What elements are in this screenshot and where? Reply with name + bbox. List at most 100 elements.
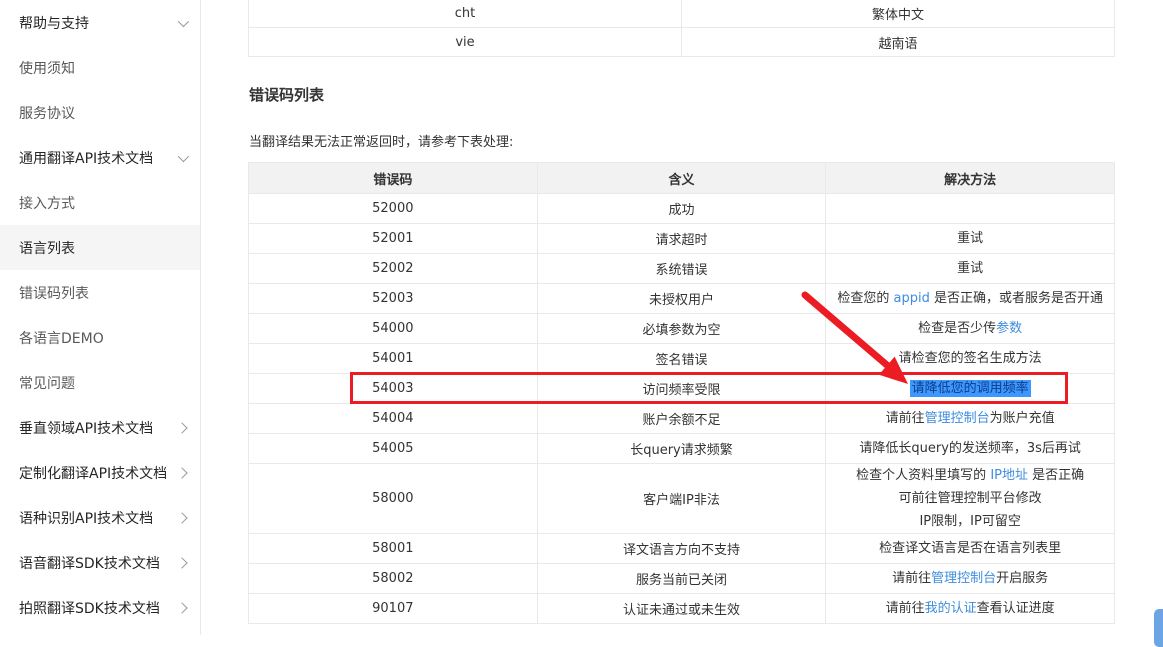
error-code-cell: 52002 (249, 254, 538, 284)
sidebar-item[interactable]: 服务协议 (0, 90, 200, 135)
error-meaning-cell: 认证未通过或未生效 (537, 594, 826, 624)
inline-link[interactable]: 管理控制台 (931, 571, 996, 586)
error-meaning-cell: 请求超时 (537, 224, 826, 254)
error-solution-cell: 检查个人资料里填写的 IP地址 是否正确可前往管理控制平台修改IP限制，IP可留… (826, 464, 1115, 534)
solution-line: 检查是否少传参数 (834, 317, 1106, 340)
language-table-cell: cht (249, 0, 682, 28)
error-solution-cell: 请前往我的认证查看认证进度 (826, 594, 1115, 624)
error-table-body: 52000成功52001请求超时重试52002系统错误重试52003未授权用户检… (249, 194, 1115, 624)
sidebar-item[interactable]: 通用翻译API技术文档 (0, 135, 200, 180)
sidebar-item-label: 接入方式 (19, 193, 75, 213)
chevron-right-icon (176, 422, 187, 433)
sidebar-item-label: 定制化翻译API技术文档 (19, 463, 167, 483)
solution-text: 检查个人资料里填写的 (856, 468, 990, 483)
sidebar-item[interactable]: 帮助与支持 (0, 0, 200, 45)
sidebar-item[interactable]: 接入方式 (0, 180, 200, 225)
sidebar-item[interactable]: 各语言DEMO (0, 315, 200, 360)
error-code-cell: 54003 (249, 374, 538, 404)
error-table-row: 54004账户余额不足请前往管理控制台为账户充值 (249, 404, 1115, 434)
inline-link[interactable]: 我的认证 (925, 601, 977, 616)
language-table-cell: vie (249, 28, 682, 57)
sidebar-item[interactable]: 使用须知 (0, 45, 200, 90)
sidebar-item-label: 服务协议 (19, 103, 75, 123)
inline-link[interactable]: 参数 (996, 321, 1022, 336)
sidebar-item-label: 垂直领域API技术文档 (19, 418, 153, 438)
error-solution-cell: 请降低您的调用频率 (826, 374, 1115, 404)
error-table-row: 54005长query请求频繁 请降低长query的发送频率，3s后再试 (249, 434, 1115, 464)
error-table-header-cell: 解决方法 (826, 163, 1115, 194)
inline-link[interactable]: IP地址 (990, 468, 1028, 483)
error-meaning-cell: 成功 (537, 194, 826, 224)
solution-line: 请降低长query的发送频率，3s后再试 (834, 437, 1106, 460)
sidebar-item[interactable]: 拍照翻译SDK技术文档 (0, 585, 200, 630)
error-table-header-cell: 错误码 (249, 163, 538, 194)
solution-text: 查看认证进度 (977, 601, 1055, 616)
error-meaning-cell: 账户余额不足 (537, 404, 826, 434)
error-meaning-cell: 客户端IP非法 (537, 464, 826, 534)
solution-text: 请前往 (892, 571, 931, 586)
error-table-row: 52001请求超时 重试 (249, 224, 1115, 254)
error-solution-cell: 请降低长query的发送频率，3s后再试 (826, 434, 1115, 464)
error-solution-cell: 请前往管理控制台开启服务 (826, 564, 1115, 594)
error-table-row: 58000客户端IP非法检查个人资料里填写的 IP地址 是否正确可前往管理控制平… (249, 464, 1115, 534)
error-table-header-row: 错误码含义解决方法 (249, 163, 1115, 194)
solution-line: 重试 (834, 257, 1106, 280)
solution-line: 请前往我的认证查看认证进度 (834, 597, 1106, 620)
error-code-cell: 54000 (249, 314, 538, 344)
solution-text: 是否正确，或者服务是否开通 (930, 291, 1103, 306)
error-code-cell: 58000 (249, 464, 538, 534)
error-code-cell: 52000 (249, 194, 538, 224)
inline-link[interactable]: appid (893, 291, 929, 306)
sidebar-item[interactable]: 错误码列表 (0, 270, 200, 315)
error-solution-cell: 重试 (826, 254, 1115, 284)
sidebar-item[interactable]: 语种识别API技术文档 (0, 495, 200, 540)
sidebar-item[interactable]: 定制化翻译API技术文档 (0, 450, 200, 495)
sidebar-item[interactable]: 语言列表 (0, 225, 200, 270)
error-solution-cell (826, 194, 1115, 224)
solution-text: 检查译文语言是否在语言列表里 (879, 541, 1061, 556)
intro-text: 当翻译结果无法正常返回时，请参考下表处理: (249, 131, 513, 150)
error-table-row: 58001译文语言方向不支持检查译文语言是否在语言列表里 (249, 534, 1115, 564)
sidebar-item-label: 通用翻译API技术文档 (19, 148, 153, 168)
error-table-row: 54001签名错误请检查您的签名生成方法 (249, 344, 1115, 374)
solution-text: 开启服务 (996, 571, 1048, 586)
error-meaning-cell: 长query请求频繁 (537, 434, 826, 464)
solution-line: 可前往管理控制平台修改 (834, 487, 1106, 510)
error-code-cell: 54005 (249, 434, 538, 464)
back-to-top-button[interactable] (1154, 609, 1163, 647)
sidebar-item[interactable]: 语音翻译SDK技术文档 (0, 540, 200, 585)
error-table-header-cell: 含义 (537, 163, 826, 194)
sidebar-item[interactable]: 垂直领域API技术文档 (0, 405, 200, 450)
inline-link[interactable]: 管理控制台 (925, 411, 990, 426)
solution-line: 检查译文语言是否在语言列表里 (834, 537, 1106, 560)
solution-text: 重试 (957, 231, 983, 246)
solution-text: 检查是否少传 (918, 321, 996, 336)
language-table-cell: 越南语 (682, 28, 1115, 57)
error-code-cell: 90107 (249, 594, 538, 624)
sidebar-item-label: 使用须知 (19, 58, 75, 78)
error-table-row: 58002服务当前已关闭请前往管理控制台开启服务 (249, 564, 1115, 594)
selected-text: 请降低您的调用频率 (910, 380, 1031, 397)
solution-text: 请降低长query的发送频率，3s后再试 (859, 441, 1081, 456)
solution-line: IP限制，IP可留空 (834, 510, 1106, 533)
error-code-cell: 52003 (249, 284, 538, 314)
sidebar-item[interactable]: 常见问题 (0, 360, 200, 405)
language-table-row: vie越南语 (249, 28, 1115, 57)
error-meaning-cell: 签名错误 (537, 344, 826, 374)
solution-line: 请前往管理控制台为账户充值 (834, 407, 1106, 430)
error-code-cell: 58002 (249, 564, 538, 594)
language-table: cht繁体中文vie越南语 (248, 0, 1115, 57)
error-meaning-cell: 服务当前已关闭 (537, 564, 826, 594)
error-table-row: 52003未授权用户检查您的 appid 是否正确，或者服务是否开通 (249, 284, 1115, 314)
sidebar-item-label: 常见问题 (19, 373, 75, 393)
solution-line: 检查个人资料里填写的 IP地址 是否正确 (834, 464, 1106, 487)
sidebar-item-label: 错误码列表 (19, 283, 89, 303)
chevron-right-icon (176, 512, 187, 523)
error-table-row: 52000成功 (249, 194, 1115, 224)
language-table-cell: 繁体中文 (682, 0, 1115, 28)
error-code-cell: 52001 (249, 224, 538, 254)
error-code-cell: 54001 (249, 344, 538, 374)
solution-line: 请前往管理控制台开启服务 (834, 567, 1106, 590)
error-meaning-cell: 未授权用户 (537, 284, 826, 314)
sidebar-item-label: 语种识别API技术文档 (19, 508, 153, 528)
